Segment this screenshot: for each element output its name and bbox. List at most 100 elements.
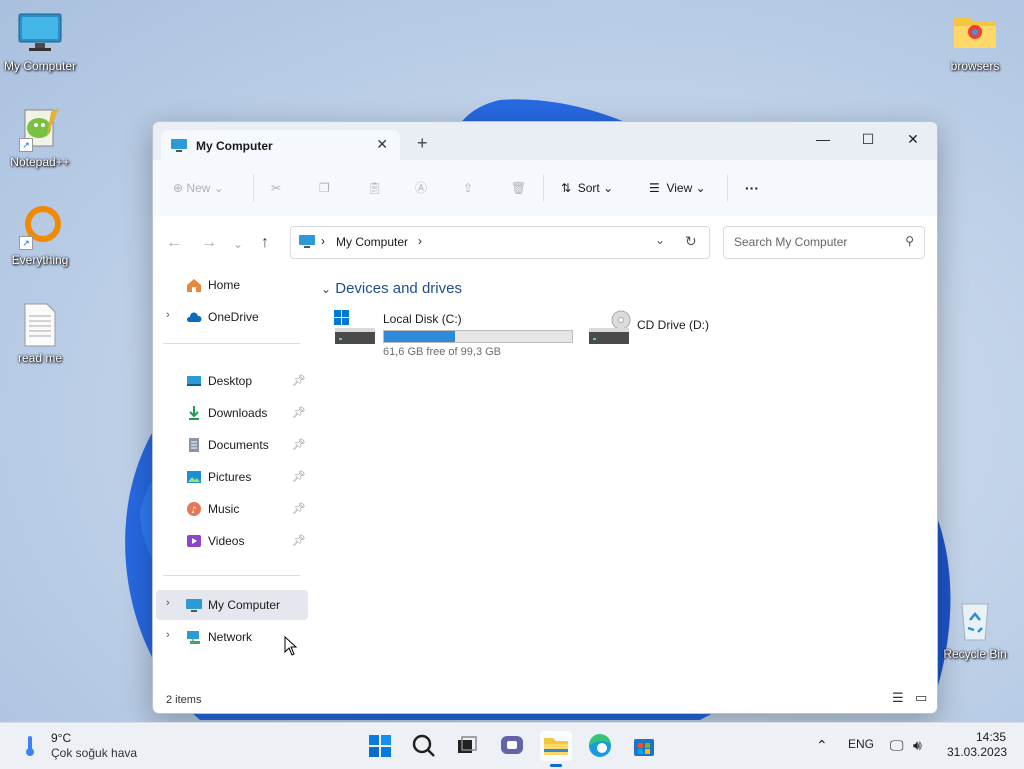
title-bar[interactable]: My Computer ✕ + — ☐ ✕ <box>153 122 937 160</box>
document-icon <box>186 437 202 453</box>
toolbar-separator <box>253 174 254 202</box>
pin-icon[interactable]: 📌︎ <box>292 374 306 387</box>
rename-icon[interactable]: Ⓐ <box>415 176 427 200</box>
chevron-right-icon[interactable]: › <box>166 309 170 321</box>
desktop-icon-label: read me <box>17 351 63 365</box>
address-bar-row: ← → ⌄ ↑ › My Computer › ⌄ ↻ ⚲ <box>153 216 937 270</box>
address-bar[interactable]: › My Computer › ⌄ ↻ <box>290 226 710 259</box>
sidebar-item-downloads[interactable]: Downloads 📌︎ <box>156 398 308 428</box>
search-input[interactable] <box>732 234 896 250</box>
view-list-icon: ☰ <box>649 181 660 195</box>
monitor-icon <box>186 597 202 613</box>
drive-cd-d[interactable]: CD Drive (D:) <box>587 310 737 356</box>
group-header-devices-and-drives[interactable]: ⌄ Devices and drives <box>321 280 462 297</box>
cd-drive-icon <box>587 310 631 349</box>
clock-date[interactable]: 31.03.2023 <box>947 745 1007 759</box>
pin-icon[interactable]: 📌︎ <box>292 438 306 451</box>
volume-icon[interactable]: 🔊︎ <box>913 737 922 754</box>
details-view-icon[interactable]: ☰ <box>892 690 904 706</box>
recent-locations-chevron-icon[interactable]: ⌄ <box>233 237 243 251</box>
sidebar-item-pictures[interactable]: Pictures 📌︎ <box>156 462 308 492</box>
microsoft-store-button[interactable] <box>628 731 660 761</box>
sidebar-item-my-computer[interactable]: › My Computer <box>156 590 308 620</box>
sidebar-item-videos[interactable]: Videos 📌︎ <box>156 526 308 556</box>
desktop-icon-notepad-plus-plus[interactable]: ↗ Notepad++ <box>0 106 80 169</box>
search-button[interactable] <box>408 731 440 761</box>
picture-icon <box>186 469 202 485</box>
drive-name: CD Drive (D:) <box>637 318 709 332</box>
breadcrumb[interactable]: My Computer <box>336 235 408 249</box>
desktop-icon-label: Everything <box>11 253 69 267</box>
desktop-icon-recycle-bin[interactable]: Recycle Bin <box>935 598 1015 661</box>
chevron-up-icon[interactable]: ⌃ <box>816 737 828 754</box>
monitor-icon <box>17 10 63 56</box>
clock-time[interactable]: 14:35 <box>976 730 1006 744</box>
view-button[interactable]: ☰ View ⌄ <box>649 176 706 200</box>
desktop-icon-everything[interactable]: ↗ Everything <box>0 204 80 267</box>
start-button[interactable] <box>364 731 396 761</box>
sidebar-item-label: Music <box>208 502 240 516</box>
sidebar-item-label: Documents <box>208 438 269 452</box>
file-explorer-taskbar-button[interactable] <box>540 731 572 767</box>
chevron-right-icon[interactable]: › <box>166 597 170 609</box>
copy-icon[interactable]: ❐ <box>319 176 330 200</box>
tab-label: My Computer <box>196 139 273 153</box>
chevron-right-icon[interactable]: › <box>166 629 170 641</box>
back-arrow-icon[interactable]: ← <box>166 234 182 252</box>
tiles-view-icon[interactable]: ▭ <box>915 690 927 706</box>
sidebar-item-documents[interactable]: Documents 📌︎ <box>156 430 308 460</box>
network-status-icon[interactable]: 🖵︎ <box>890 737 904 754</box>
minimize-button[interactable]: — <box>803 126 843 152</box>
sidebar-divider <box>163 343 300 344</box>
command-bar: ⊕ New ⌄ ✂ ❐ 📋︎ Ⓐ ⇪ 🗑︎ ⇅ Sort ⌄ ☰ View ⌄ … <box>153 160 937 217</box>
desktop-icon-browsers[interactable]: browsers <box>935 10 1015 73</box>
close-window-button[interactable]: ✕ <box>893 126 933 152</box>
refresh-icon[interactable]: ↻ <box>685 233 697 250</box>
group-header-label: Devices and drives <box>335 280 462 297</box>
pin-icon[interactable]: 📌︎ <box>292 406 306 419</box>
task-view-button[interactable] <box>451 731 483 761</box>
sidebar-item-music[interactable]: ♪ Music 📌︎ <box>156 494 308 524</box>
desktop-icon-read-me[interactable]: read me <box>0 302 80 365</box>
delete-icon[interactable]: 🗑︎ <box>511 176 526 200</box>
input-language[interactable]: ENG <box>848 737 874 751</box>
everything-search-icon: ↗ <box>17 204 63 250</box>
paste-icon[interactable]: 📋︎ <box>367 176 382 200</box>
close-tab-icon[interactable]: ✕ <box>376 136 388 153</box>
desktop-icon <box>186 373 202 389</box>
weather-widget[interactable]: 9°C Çok soğuk hava <box>18 729 158 763</box>
sidebar-item-home[interactable]: Home <box>156 270 308 300</box>
breadcrumb-separator-icon[interactable]: › <box>418 234 422 248</box>
edge-browser-icon <box>588 733 611 757</box>
pin-icon[interactable]: 📌︎ <box>292 470 306 483</box>
search-icon[interactable]: ⚲ <box>905 234 914 248</box>
edge-browser-button[interactable] <box>584 731 616 761</box>
sort-button[interactable]: ⇅ Sort ⌄ <box>561 176 613 200</box>
sidebar-item-desktop[interactable]: Desktop 📌︎ <box>156 366 308 396</box>
maximize-button[interactable]: ☐ <box>848 126 888 152</box>
search-box[interactable]: ⚲ <box>723 226 925 259</box>
more-options-button[interactable]: ··· <box>745 176 759 200</box>
share-icon[interactable]: ⇪ <box>463 176 473 200</box>
sidebar-item-onedrive[interactable]: › OneDrive <box>156 302 308 332</box>
new-tab-button[interactable]: + <box>417 133 428 154</box>
teams-chat-button[interactable] <box>496 731 528 761</box>
music-icon: ♪ <box>186 501 202 517</box>
monitor-icon <box>299 235 315 252</box>
forward-arrow-icon[interactable]: → <box>201 234 217 252</box>
tab-my-computer[interactable]: My Computer ✕ <box>161 130 400 160</box>
sidebar-item-label: Videos <box>208 534 245 548</box>
view-button-label: View <box>666 181 693 195</box>
drive-local-disk-c[interactable]: Local Disk (C:) 61,6 GB free of 99,3 GB <box>333 310 583 358</box>
sidebar-item-label: Network <box>208 630 253 644</box>
active-app-indicator <box>550 764 562 767</box>
new-button[interactable]: ⊕ New ⌄ <box>173 176 224 200</box>
address-history-chevron-icon[interactable]: ⌄ <box>655 233 665 247</box>
pin-icon[interactable]: 📌︎ <box>292 534 306 547</box>
up-arrow-icon[interactable]: ↑ <box>261 234 269 252</box>
pin-icon[interactable]: 📌︎ <box>292 502 306 515</box>
new-button-label: New <box>186 181 211 195</box>
cut-icon[interactable]: ✂ <box>271 176 281 200</box>
desktop-icon-label: Recycle Bin <box>943 647 1007 661</box>
desktop-icon-my-computer[interactable]: My Computer <box>0 10 80 73</box>
